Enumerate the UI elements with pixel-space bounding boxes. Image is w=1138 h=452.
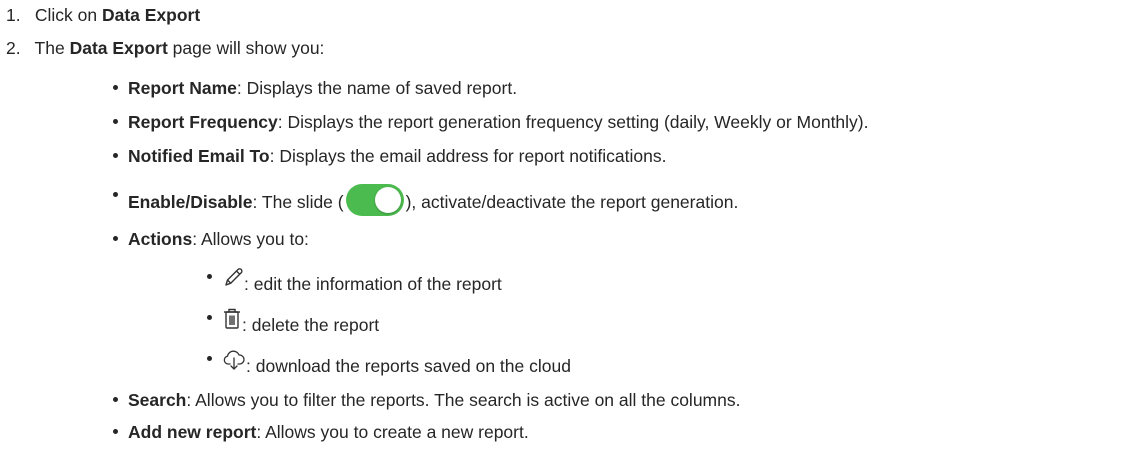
bullet-label: Report Frequency [128,112,278,132]
bullet-add-new-report: Add new report: Allows you to create a n… [113,420,529,444]
action-item-text: : download the reports saved on the clou… [246,356,571,376]
action-item-edit: : edit the information of the report [207,268,502,300]
bullet-label: Enable/Disable [128,192,253,212]
bullet-dot [113,396,118,402]
step-number: 2. [6,38,21,58]
bullet-dot [113,84,118,90]
trash-icon [222,307,242,341]
toggle-switch-icon [345,184,404,217]
bullet-text: : Displays the report generation frequen… [277,112,869,132]
bullet-dot [113,428,118,434]
bullet-dot [113,191,118,197]
bullet-dot [113,118,118,124]
bullet-dot [207,273,212,279]
bullet-enable-disable: Enable/Disable: The slide ( ), activate/d… [113,184,739,218]
step-bold-text: Data Export [69,38,168,58]
step-2: 2. The Data Export page will show you: [0,36,324,60]
bullet-label: Add new report [128,422,257,442]
bullet-dot [113,152,118,158]
bullet-label: Search [128,390,187,410]
action-item-text: : edit the information of the report [244,274,502,294]
bullet-text: : Allows you to filter the reports. The … [186,390,741,410]
bullet-dot [113,235,118,241]
bullet-text: : Allows you to: [192,229,309,249]
step-text: Click on [34,5,102,25]
bullet-label: Actions [128,229,193,249]
action-item-delete: : delete the report [207,309,379,341]
bullet-text: : Allows you to create a new report. [256,422,529,442]
bullet-text-after: ), activate/deactivate the report genera… [405,192,739,212]
step-text: The [34,38,70,58]
toggle-knob [374,187,401,214]
bullet-search: Search: Allows you to filter the reports… [113,388,740,412]
bullet-dot [207,355,212,361]
bullet-text: : The slide ( [252,192,344,212]
bullet-notified-email: Notified Email To: Displays the email ad… [113,144,666,168]
step-text-suffix: page will show you: [167,38,325,58]
bullet-report-name: Report Name: Displays the name of saved … [113,76,517,100]
step-number: 1. [6,5,21,25]
step-bold-text: Data Export [101,5,201,25]
bullet-actions: Actions: Allows you to: [113,227,309,251]
bullet-text: : Displays the email address for report … [269,146,667,166]
bullet-report-frequency: Report Frequency: Displays the report ge… [113,110,869,134]
pencil-icon [222,266,244,300]
action-item-download: : download the reports saved on the clou… [207,350,571,382]
bullet-label: Notified Email To [128,146,270,166]
step-1: 1. Click on Data Export [0,3,200,27]
bullet-dot [207,314,212,320]
cloud-download-icon [222,348,246,382]
bullet-label: Report Name [128,78,237,98]
bullet-text: : Displays the name of saved report. [236,78,518,98]
action-item-text: : delete the report [242,315,380,335]
